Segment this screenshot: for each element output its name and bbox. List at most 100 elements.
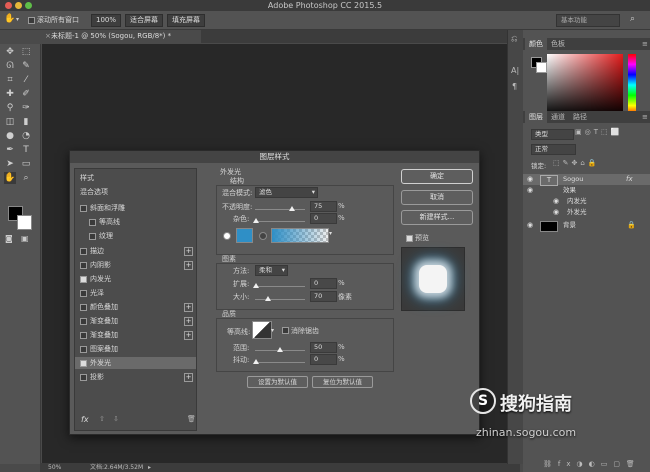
style-item-checkbox[interactable] bbox=[89, 233, 96, 240]
opacity-slider-handle[interactable] bbox=[289, 206, 295, 211]
tab-channels[interactable]: 通道 bbox=[547, 111, 569, 123]
style-item[interactable]: 渐变叠加 + bbox=[75, 315, 196, 327]
style-item[interactable]: 等高线 bbox=[75, 216, 196, 228]
contour-picker[interactable] bbox=[252, 321, 272, 339]
zoom-readout[interactable]: 50% bbox=[48, 463, 61, 472]
range-input[interactable]: 50 bbox=[310, 342, 337, 353]
rectangle-tool-icon[interactable]: ▭ bbox=[20, 158, 32, 170]
technique-select[interactable]: 柔和 ▾ bbox=[255, 265, 288, 276]
tab-color[interactable]: 颜色 bbox=[525, 38, 547, 50]
range-slider[interactable] bbox=[255, 347, 305, 352]
add-effect-instance-icon[interactable]: + bbox=[184, 303, 193, 312]
zoom-100-button[interactable]: 100% bbox=[91, 14, 121, 27]
style-item[interactable]: 渐变叠加 + bbox=[75, 329, 196, 341]
history-panel-icon[interactable]: ⎌ bbox=[511, 34, 517, 44]
style-item[interactable]: 图案叠加 bbox=[75, 343, 196, 355]
add-effect-instance-icon[interactable]: + bbox=[184, 261, 193, 270]
jitter-slider[interactable] bbox=[253, 359, 305, 364]
minimize-window-button[interactable] bbox=[15, 2, 22, 9]
blend-mode-select[interactable]: 滤色 ▾ bbox=[255, 187, 318, 198]
visibility-eye-icon[interactable]: ◉ bbox=[527, 220, 533, 231]
lasso-tool-icon[interactable]: ᘏ bbox=[4, 60, 16, 72]
gradient-chevron-icon[interactable]: ▾ bbox=[329, 230, 332, 237]
make-default-button[interactable]: 设置为默认值 bbox=[247, 376, 308, 388]
close-window-button[interactable] bbox=[5, 2, 12, 9]
move-down-icon[interactable]: ⇩ bbox=[113, 415, 119, 423]
panel-background-swatch[interactable] bbox=[536, 62, 547, 73]
blur-tool-icon[interactable]: ● bbox=[4, 130, 16, 142]
document-tab[interactable]: × 未标题-1 @ 50% (Sogou, RGB/8*) * bbox=[42, 30, 201, 43]
style-item-checkbox[interactable] bbox=[89, 219, 96, 226]
style-item[interactable]: 颜色叠加 + bbox=[75, 301, 196, 313]
size-slider[interactable] bbox=[255, 296, 305, 301]
spread-slider[interactable] bbox=[253, 283, 305, 288]
hue-slider[interactable] bbox=[628, 54, 636, 116]
tool-preset-chevron-icon[interactable]: ▾ bbox=[16, 16, 19, 23]
style-item-checkbox[interactable] bbox=[80, 360, 87, 367]
layer-blend-mode-select[interactable]: 正常 bbox=[531, 144, 576, 155]
visibility-eye-icon[interactable]: ◉ bbox=[553, 207, 559, 218]
paragraph-panel-icon[interactable]: ¶ bbox=[512, 82, 517, 91]
fill-screen-button[interactable]: 填充屏幕 bbox=[167, 14, 205, 27]
gradient-tool-icon[interactable]: ▮ bbox=[20, 116, 32, 128]
visibility-eye-icon[interactable]: ◉ bbox=[527, 174, 533, 185]
style-item[interactable]: 斜面和浮雕 bbox=[75, 202, 196, 214]
pen-tool-icon[interactable]: ✒ bbox=[4, 144, 16, 156]
range-slider-handle[interactable] bbox=[277, 347, 283, 352]
noise-input[interactable]: 0 bbox=[310, 213, 337, 224]
style-item[interactable]: 光泽 bbox=[75, 287, 196, 299]
style-item-checkbox[interactable] bbox=[80, 248, 87, 255]
move-tool-icon[interactable]: ✥ bbox=[4, 46, 16, 58]
hand-tool-active-icon[interactable]: ✋ bbox=[4, 172, 16, 184]
style-item[interactable]: 描边 + bbox=[75, 245, 196, 257]
opacity-slider[interactable] bbox=[255, 206, 305, 211]
close-tab-icon[interactable]: × bbox=[45, 30, 51, 43]
ok-button[interactable]: 确定 bbox=[401, 169, 473, 184]
layer-row-sogou[interactable]: ◉ T Sogou fx bbox=[523, 174, 650, 186]
color-panel-menu-icon[interactable]: ≡ bbox=[638, 38, 650, 50]
layer-kind-filter[interactable]: 类型 bbox=[531, 129, 574, 140]
type-tool-icon[interactable]: T bbox=[20, 144, 32, 156]
layer-row-effects[interactable]: ◉ 效果 bbox=[523, 185, 650, 196]
search-icon[interactable]: ⌕ bbox=[630, 14, 635, 24]
status-menu-chevron-icon[interactable]: ▸ bbox=[148, 463, 151, 472]
eraser-tool-icon[interactable]: ◫ bbox=[4, 116, 16, 128]
opacity-input[interactable]: 75 bbox=[310, 201, 337, 212]
dodge-tool-icon[interactable]: ◔ bbox=[20, 130, 32, 142]
styles-header[interactable]: 样式 bbox=[75, 172, 201, 184]
cancel-button[interactable]: 取消 bbox=[401, 190, 473, 205]
new-style-button[interactable]: 新建样式... bbox=[401, 210, 473, 225]
quick-select-tool-icon[interactable]: ✎ bbox=[20, 60, 32, 72]
quick-mask-icon[interactable]: ◙ bbox=[5, 234, 13, 243]
spread-slider-handle[interactable] bbox=[253, 283, 259, 288]
style-item-checkbox[interactable] bbox=[80, 276, 87, 283]
visibility-eye-icon[interactable]: ◉ bbox=[527, 185, 533, 196]
path-selection-tool-icon[interactable]: ➤ bbox=[4, 158, 16, 170]
style-item-checkbox[interactable] bbox=[80, 346, 87, 353]
glow-gradient-picker[interactable] bbox=[271, 228, 329, 243]
crop-tool-icon[interactable]: ⌗ bbox=[4, 74, 16, 86]
tab-paths[interactable]: 路径 bbox=[569, 111, 591, 123]
layer-row-outer-glow[interactable]: ◉ 外发光 bbox=[523, 207, 650, 218]
style-item[interactable]: 纹理 bbox=[75, 230, 196, 242]
style-item-checkbox[interactable] bbox=[80, 332, 87, 339]
move-up-icon[interactable]: ⇧ bbox=[99, 415, 105, 423]
tab-swatches[interactable]: 色板 bbox=[547, 38, 569, 50]
screen-mode-icon[interactable]: ▣ bbox=[21, 234, 29, 243]
layers-footer-icons[interactable]: ⛓fx◑◐▭▢🗑 bbox=[543, 460, 641, 468]
maximize-window-button[interactable] bbox=[25, 2, 32, 9]
style-item-checkbox[interactable] bbox=[80, 290, 87, 297]
color-picker-field[interactable] bbox=[547, 54, 623, 116]
add-effect-instance-icon[interactable]: + bbox=[184, 373, 193, 382]
delete-effect-icon[interactable]: 🗑 bbox=[187, 415, 196, 423]
layer-row-inner-glow[interactable]: ◉ 内发光 bbox=[523, 196, 650, 207]
add-effect-instance-icon[interactable]: + bbox=[184, 331, 193, 340]
style-item-checkbox[interactable] bbox=[80, 318, 87, 325]
jitter-slider-handle[interactable] bbox=[253, 359, 259, 364]
history-brush-tool-icon[interactable]: ✑ bbox=[20, 102, 32, 114]
workspace-switcher[interactable]: 基本功能 bbox=[556, 14, 620, 27]
zoom-tool-icon[interactable]: ⌕ bbox=[20, 172, 32, 184]
tab-layers[interactable]: 图层 bbox=[525, 111, 547, 123]
visibility-eye-icon[interactable]: ◉ bbox=[553, 196, 559, 207]
size-slider-handle[interactable] bbox=[265, 296, 271, 301]
